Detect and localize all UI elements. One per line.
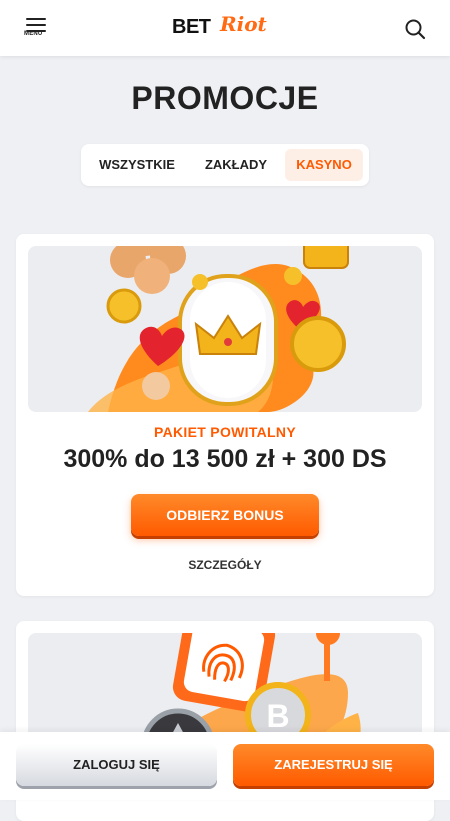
register-button[interactable]: ZAREJESTRUJ SIĘ (233, 744, 434, 786)
promo-card: PAKIET POWITALNY 300% do 13 500 zł + 300… (16, 234, 434, 596)
promo-banner[interactable] (28, 246, 422, 412)
page-title: PROMOCJE (131, 80, 319, 116)
login-button[interactable]: ZALOGUJ SIĘ (16, 744, 217, 786)
slot-machine-icon (303, 246, 349, 269)
details-link[interactable]: SZCZEGÓŁY (16, 558, 434, 572)
svg-text:B: B (266, 698, 289, 734)
claim-bonus-button[interactable]: ODBIERZ BONUS (131, 494, 319, 536)
menu-button[interactable]: MENU (24, 16, 50, 42)
promo-subtitle: PAKIET POWITALNY (154, 424, 296, 440)
hamburger-icon (26, 18, 46, 32)
bottom-auth-bar: ZALOGUJ SIĘ ZAREJESTRUJ SIĘ (0, 732, 450, 800)
palm-tree-icon (316, 633, 340, 681)
search-icon[interactable] (404, 18, 426, 40)
menu-label: MENU (24, 31, 43, 37)
logo-riot-text: Riot (220, 12, 267, 36)
top-bar: MENU BET Riot (0, 0, 450, 56)
tab-casino[interactable]: KASYNO (285, 149, 363, 181)
promo-tabs: WSZYSTKIE ZAKŁADY KASYNO (81, 144, 369, 186)
logo-bet-text: BET (172, 16, 211, 38)
betriot-logo[interactable]: BET Riot (172, 12, 282, 40)
promo-headline: 300% do 13 500 zł + 300 DS (63, 445, 387, 473)
tab-all[interactable]: WSZYSTKIE (89, 149, 185, 181)
tab-sports[interactable]: ZAKŁADY (193, 149, 279, 181)
